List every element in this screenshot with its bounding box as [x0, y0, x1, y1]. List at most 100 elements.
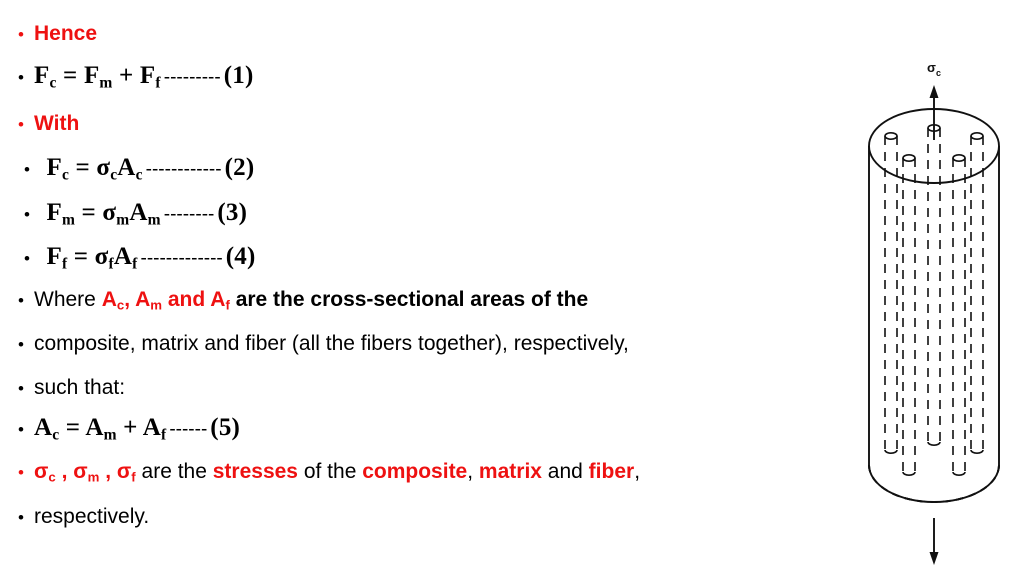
symbol-Am: Am	[135, 288, 162, 313]
where-prefix: Where	[34, 288, 102, 311]
equation-leader-dashes: ------------	[145, 159, 222, 180]
keyword-fiber: fiber	[588, 460, 635, 483]
bullet-line-with: • With	[18, 112, 79, 136]
equation-2: Fc = σcAc ------------ (2)	[40, 154, 254, 185]
bullet-line-respectively: • respectively.	[18, 505, 149, 529]
bullet-icon: •	[24, 160, 30, 179]
symbol-F: F	[139, 62, 156, 89]
bullet-icon: •	[18, 291, 24, 310]
symbol-sigma: σ	[102, 199, 117, 226]
text-with: With	[34, 112, 80, 135]
bullet-line-where: • Where Ac, Am and Af are the cross-sect…	[18, 288, 588, 313]
stresses-comma-1: ,	[55, 460, 74, 483]
subscript-f: f	[155, 74, 161, 92]
bullet-icon: •	[18, 463, 24, 482]
symbol-sigma: σ	[34, 460, 49, 483]
operator-equals: =	[56, 62, 84, 89]
top-stress-arrow-head	[929, 85, 939, 98]
stresses-end-comma: ,	[634, 460, 641, 483]
bullet-line-such-that: • such that:	[18, 376, 125, 400]
text-such-that: such that:	[34, 376, 126, 399]
symbol-sigma: σ	[73, 460, 88, 483]
equation-leader-dashes: -------------	[140, 248, 223, 269]
equation-1: Fc = Fm + Ff --------- (1)	[34, 62, 253, 93]
stresses-are-the: are the	[135, 460, 213, 483]
symbol-A: A	[142, 414, 161, 441]
equation-leader-dashes: ---------	[163, 67, 221, 88]
symbol-sigma-m: σm	[73, 460, 100, 485]
fiber-bottom-cap	[952, 471, 966, 476]
bullet-icon: •	[18, 379, 24, 398]
bullet-icon: •	[18, 508, 24, 527]
equation-number: (3)	[217, 199, 248, 226]
symbol-A: A	[135, 288, 151, 311]
symbol-Af: Af	[210, 288, 230, 313]
subscript-c: c	[48, 469, 56, 485]
bullet-line-equation-5: • Ac = Am + Af ------ (5)	[18, 414, 240, 445]
bullet-line-equation-2: • Fc = σcAc ------------ (2)	[24, 154, 254, 185]
fiber-top-cap	[952, 154, 966, 163]
stresses-and: and	[541, 460, 589, 483]
bottom-stress-arrow-head	[929, 552, 939, 565]
fiber-top-cap	[902, 154, 916, 163]
stresses-keyword: stresses	[212, 460, 298, 483]
equation-number: (2)	[224, 154, 255, 181]
stresses-comma-2: ,	[99, 460, 117, 483]
subscript-c: c	[135, 166, 143, 184]
fiber-bottom-cap	[902, 471, 916, 476]
fiber-top-cap	[970, 132, 984, 141]
operator-plus: +	[116, 414, 143, 441]
cylinder-bottom-visible-arc	[868, 464, 1000, 503]
equation-number: (5)	[210, 414, 241, 441]
subscript-c: c	[49, 74, 57, 92]
text-where-line: Where Ac, Am and Af are the cross-sectio…	[34, 288, 588, 313]
cylinder-bottom-hidden-arc	[868, 464, 1000, 503]
text-stresses-line: σc , σm , σf are the stresses of the com…	[34, 460, 640, 485]
fiber-top-cap	[884, 132, 898, 141]
fiber-bottom-cap	[970, 449, 984, 454]
text-respectively: respectively.	[34, 505, 150, 528]
bullet-icon: •	[18, 335, 24, 354]
symbol-sigma-f: σf	[116, 460, 136, 485]
stresses-separator-1: ,	[467, 460, 479, 483]
bullet-icon: •	[24, 205, 30, 224]
bullet-icon: •	[24, 249, 30, 268]
subscript-m: m	[99, 74, 113, 92]
symbol-sigma: σ	[116, 460, 132, 483]
operator-equals: =	[67, 243, 95, 270]
subscript-c: c	[61, 166, 70, 184]
bullet-icon: •	[18, 115, 24, 134]
symbol-F: F	[83, 62, 100, 89]
text-hence: Hence	[34, 22, 98, 45]
slide-canvas: • Hence • Fc = Fm + Ff --------- (1) • Wit…	[0, 0, 1024, 576]
bullet-line-equation-1: • Fc = Fm + Ff --------- (1)	[18, 62, 253, 93]
symbol-A: A	[34, 414, 53, 441]
equation-5: Ac = Am + Af ------ (5)	[34, 414, 240, 445]
keyword-composite: composite	[362, 460, 468, 483]
equation-3: Fm = σmAm -------- (3)	[40, 199, 247, 230]
equation-leader-dashes: --------	[163, 204, 215, 225]
keyword-matrix: matrix	[478, 460, 542, 483]
where-tail: are the cross-sectional areas of the	[229, 288, 589, 311]
subscript-m: m	[87, 469, 100, 485]
top-stress-label: σc	[927, 60, 941, 78]
symbol-A: A	[113, 243, 133, 270]
symbol-F: F	[46, 243, 62, 270]
symbol-sigma: σ	[96, 154, 111, 181]
subscript-m: m	[116, 211, 130, 229]
operator-equals: =	[75, 199, 103, 226]
subscript-m: m	[61, 211, 76, 229]
symbol-Ac: Ac	[101, 288, 125, 313]
symbol-A: A	[101, 288, 117, 311]
bullet-icon: •	[18, 25, 24, 44]
bullet-line-equation-3: • Fm = σmAm -------- (3)	[24, 199, 247, 230]
symbol-A: A	[85, 414, 104, 441]
operator-equals: =	[59, 414, 86, 441]
stresses-of-the: of the	[298, 460, 363, 483]
text-composite-line: composite, matrix and fiber (all the fib…	[34, 332, 629, 355]
bullet-line-stresses: • σc , σm , σf are the stresses of the c…	[18, 460, 640, 485]
fiber-bottom-cap	[884, 449, 898, 454]
symbol-sigma: σ	[94, 243, 109, 270]
equation-4: Ff = σfAf ------------- (4)	[40, 243, 256, 274]
bullet-icon: •	[18, 68, 24, 87]
